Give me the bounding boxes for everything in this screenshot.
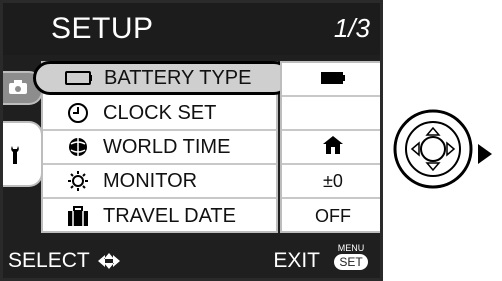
globe-icon (63, 135, 93, 159)
value-monitor: ±0 (282, 165, 380, 199)
battery-icon (64, 66, 94, 90)
battery-icon (320, 69, 346, 90)
cursor-button[interactable] (392, 108, 474, 195)
menu-item-label: CLOCK SET (103, 101, 217, 124)
luggage-icon (63, 204, 93, 228)
header: SETUP 1/3 (3, 3, 380, 55)
updown-arrows-icon (96, 252, 122, 270)
set-label: SET (334, 254, 368, 270)
right-arrow-icon (478, 144, 492, 164)
value-column: ±0 OFF (280, 61, 380, 233)
value-clock-set (282, 97, 380, 131)
menu-item-label: WORLD TIME (103, 135, 231, 158)
camera-screen: SETUP 1/3 BATTERY TYPE CLOCK SET WORLD T… (0, 0, 383, 281)
value-text: ±0 (323, 170, 343, 191)
setup-menu: BATTERY TYPE CLOCK SET WORLD TIME MONITO… (33, 61, 291, 233)
menu-item-label: MONITOR (103, 169, 198, 192)
select-hint: SELECT (8, 249, 122, 273)
sun-icon (63, 169, 93, 193)
clock-icon (63, 101, 93, 125)
value-world-time (282, 131, 380, 165)
home-icon (322, 135, 344, 160)
menu-item-label: TRAVEL DATE (103, 204, 236, 227)
wrench-icon (8, 144, 26, 171)
tab-setup[interactable] (3, 121, 43, 187)
value-travel-date: OFF (282, 199, 380, 233)
page-title: SETUP (51, 12, 154, 45)
menu-item-travel-date[interactable]: TRAVEL DATE (43, 199, 276, 233)
menu-label: MENU (337, 243, 365, 253)
menu-item-monitor[interactable]: MONITOR (43, 165, 276, 199)
exit-label: EXIT (273, 249, 320, 272)
value-text: OFF (315, 205, 351, 226)
menu-item-world-time[interactable]: WORLD TIME (43, 131, 276, 165)
camera-icon (8, 79, 28, 100)
menu-set-button: MENU SET (330, 243, 372, 271)
page-indicator: 1/3 (333, 13, 370, 43)
select-label: SELECT (8, 249, 90, 272)
value-battery-type (282, 63, 380, 97)
footer: SELECT EXIT MENU SET (3, 239, 380, 278)
menu-item-label: BATTERY TYPE (104, 66, 252, 89)
menu-item-battery-type[interactable]: BATTERY TYPE (33, 61, 291, 95)
menu-item-clock-set[interactable]: CLOCK SET (43, 97, 276, 131)
